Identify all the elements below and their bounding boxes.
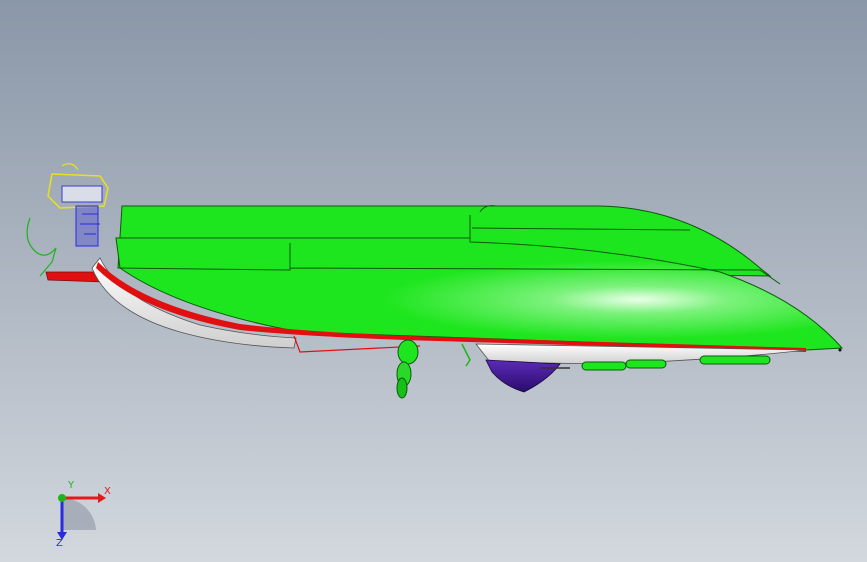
y-axis-icon (58, 494, 66, 502)
coordinate-triad: X Y Z (56, 480, 111, 548)
keel-fin (485, 359, 561, 393)
y-axis-label: Y (67, 480, 75, 491)
boat-model[interactable] (0, 0, 867, 562)
outboard-motor (26, 163, 109, 277)
x-axis-label: X (104, 486, 111, 497)
propeller (396, 339, 419, 399)
graphics-viewport[interactable]: X Y Z (0, 0, 867, 562)
bow-point (838, 348, 842, 352)
z-axis-label: Z (56, 538, 63, 548)
rudder-strut (461, 343, 471, 367)
